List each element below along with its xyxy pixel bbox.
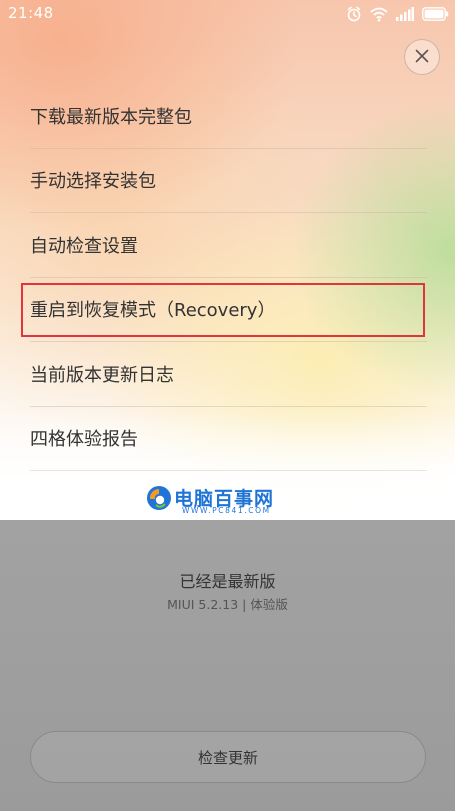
screen: 21:48 下载最新版本完整包 手动选择安装包 自动检查设置 重启到恢复模式（R…	[0, 0, 455, 811]
menu-item-label: 自动检查设置	[30, 235, 138, 257]
status-time: 21:48	[8, 4, 54, 22]
menu-item-auto-check-settings[interactable]: 自动检查设置	[30, 213, 427, 278]
check-update-button[interactable]: 检查更新	[30, 731, 426, 783]
watermark-logo-icon	[146, 485, 172, 511]
menu-item-download-full-package[interactable]: 下载最新版本完整包	[30, 84, 427, 149]
status-bar: 21:48	[0, 0, 455, 28]
alarm-icon	[346, 6, 362, 22]
menu-item-label: 四格体验报告	[30, 429, 138, 451]
menu-item-label: 重启到恢复模式（Recovery）	[30, 300, 276, 322]
check-update-label: 检查更新	[197, 748, 258, 767]
menu-item-reboot-recovery[interactable]: 重启到恢复模式（Recovery）	[30, 278, 427, 342]
menu-item-experience-report[interactable]: 四格体验报告	[30, 407, 427, 471]
menu-item-label: 手动选择安装包	[30, 171, 156, 193]
watermark-logo: 电脑百事网 WWW.PC841.COM	[146, 483, 316, 519]
close-button[interactable]	[404, 39, 440, 75]
menu-item-manual-select-package[interactable]: 手动选择安装包	[30, 149, 427, 213]
menu-item-changelog[interactable]: 当前版本更新日志	[30, 342, 427, 407]
wifi-icon	[370, 6, 388, 22]
watermark-url: WWW.PC841.COM	[182, 506, 271, 515]
menu-list: 下载最新版本完整包 手动选择安装包 自动检查设置 重启到恢复模式（Recover…	[30, 84, 427, 471]
signal-icon	[396, 7, 414, 21]
menu-item-label: 下载最新版本完整包	[30, 106, 192, 128]
version-number: MIUI 5.2.13 | 体验版	[167, 597, 288, 612]
status-icons	[346, 5, 449, 23]
version-status: 已经是最新版	[179, 572, 276, 591]
close-icon	[415, 48, 429, 67]
menu-item-label: 当前版本更新日志	[30, 364, 174, 386]
battery-icon	[422, 7, 449, 21]
